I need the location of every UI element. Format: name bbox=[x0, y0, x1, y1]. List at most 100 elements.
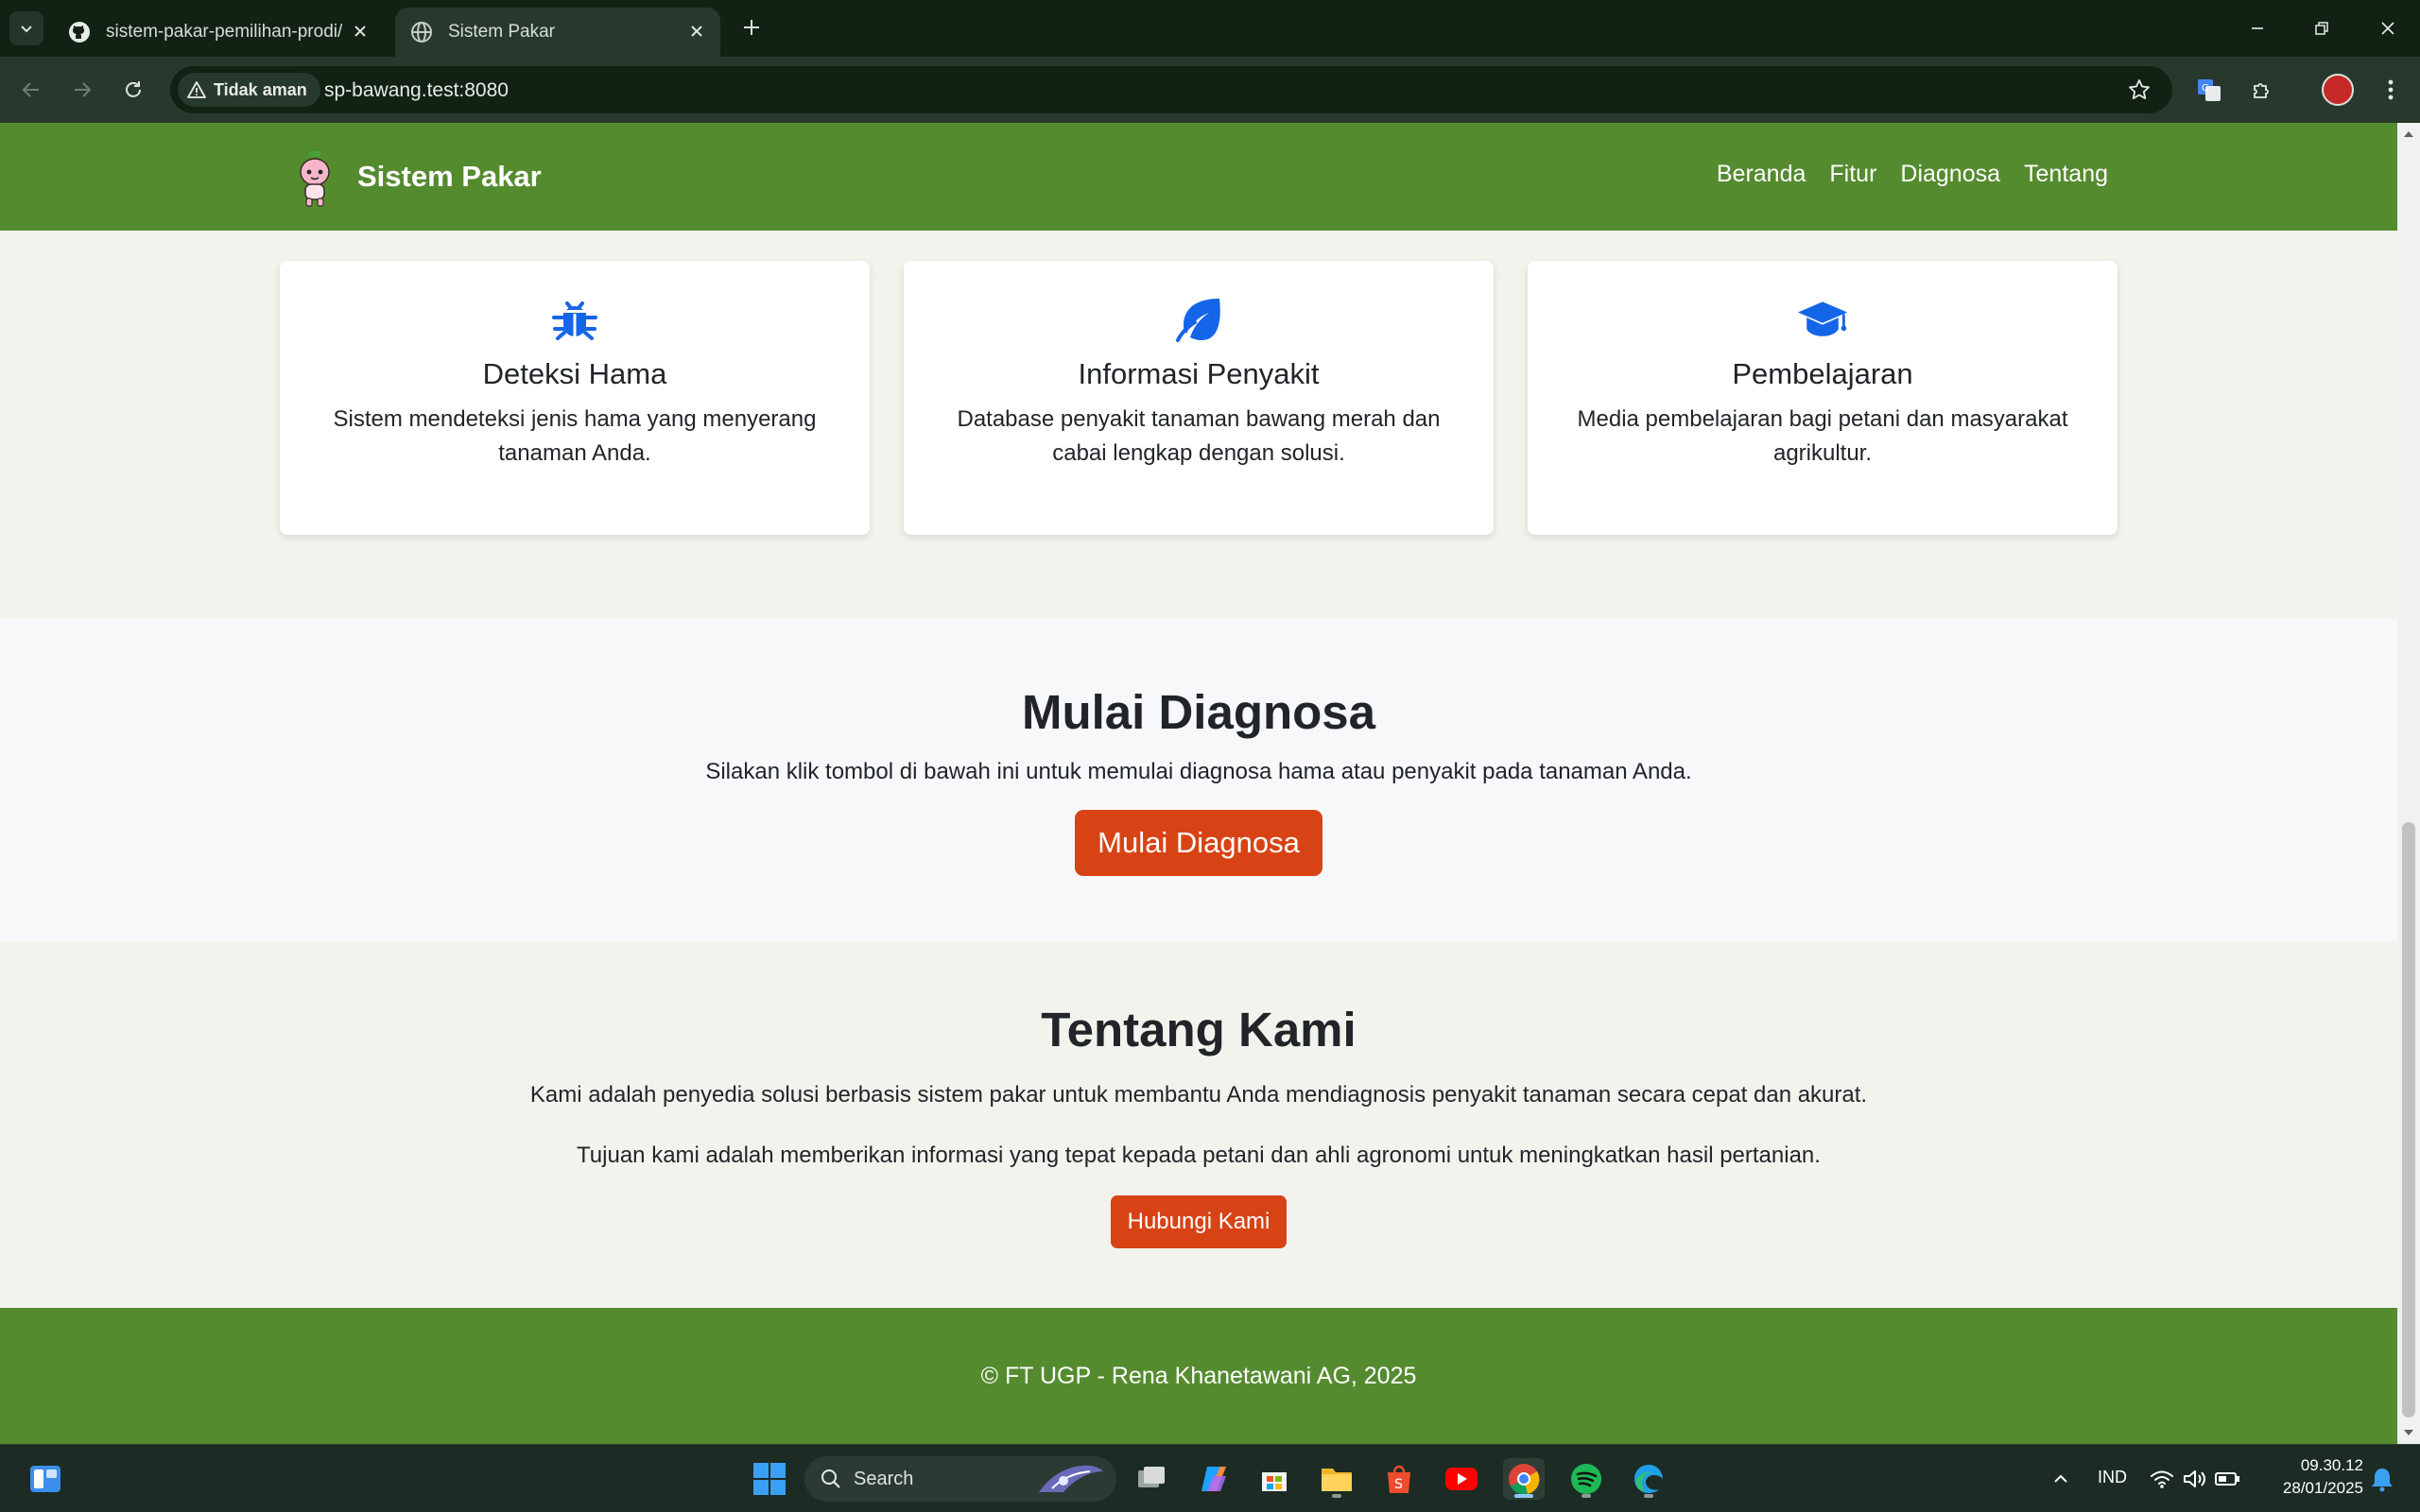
browser-tab-strip: sistem-pakar-pemilihan-prodi/ Sistem Pak… bbox=[0, 0, 2420, 57]
copilot-button[interactable] bbox=[1193, 1458, 1235, 1500]
shopping-bag-icon: S bbox=[1388, 1465, 1410, 1493]
show-hidden-icons-button[interactable] bbox=[2040, 1458, 2082, 1500]
back-button[interactable] bbox=[13, 72, 49, 108]
minimize-button[interactable] bbox=[2238, 9, 2276, 47]
profile-avatar[interactable] bbox=[2322, 74, 2354, 106]
nav-link-diagnosa[interactable]: Diagnosa bbox=[1900, 161, 2000, 188]
clock-time: 09.30.12 bbox=[2300, 1456, 2363, 1474]
wifi-icon bbox=[2151, 1470, 2173, 1488]
close-icon bbox=[2381, 22, 2394, 35]
diagnosis-section: Mulai Diagnosa Silakan klik tombol di ba… bbox=[0, 618, 2397, 941]
start-button[interactable] bbox=[749, 1458, 790, 1500]
page-scrollbar[interactable] bbox=[2397, 123, 2420, 1444]
search-highlight-icon bbox=[1039, 1465, 1103, 1492]
edge-button[interactable] bbox=[1628, 1458, 1669, 1500]
reload-icon bbox=[126, 81, 141, 97]
close-tab-button[interactable] bbox=[350, 21, 371, 42]
address-bar[interactable]: Tidak aman sp-bawang.test:8080 bbox=[170, 66, 2172, 113]
puzzle-icon bbox=[2254, 83, 2269, 98]
widgets-button[interactable] bbox=[25, 1458, 66, 1500]
running-indicator bbox=[1644, 1494, 1653, 1498]
spotify-button[interactable] bbox=[1565, 1458, 1607, 1500]
contact-us-button[interactable]: Hubungi Kami bbox=[1110, 1195, 1288, 1248]
youtube-button[interactable] bbox=[1441, 1458, 1482, 1500]
start-diagnosis-button[interactable]: Mulai Diagnosa bbox=[1075, 810, 1322, 876]
file-explorer-button[interactable] bbox=[1316, 1458, 1357, 1500]
close-icon bbox=[354, 26, 366, 37]
security-label: Tidak aman bbox=[214, 79, 307, 99]
volume-icon bbox=[2184, 1470, 2205, 1487]
security-indicator[interactable]: Tidak aman bbox=[178, 73, 320, 107]
microsoft-store-button[interactable] bbox=[1253, 1458, 1295, 1500]
arrow-right-icon bbox=[75, 82, 92, 97]
nav-link-beranda[interactable]: Beranda bbox=[1717, 161, 1806, 188]
clock-date: 28/01/2025 bbox=[2282, 1479, 2363, 1497]
new-tab-button[interactable] bbox=[737, 13, 766, 42]
feature-description: Sistem mendeteksi jenis hama yang menyer… bbox=[333, 406, 817, 466]
onion-mascot-logo bbox=[300, 147, 330, 207]
system-clock[interactable]: 09.30.12 28/01/2025 bbox=[2269, 1454, 2363, 1500]
brand-name: Sistem Pakar bbox=[357, 160, 542, 193]
about-title: Tentang Kami bbox=[1041, 1003, 1357, 1057]
leaf-icon bbox=[1172, 293, 1225, 346]
about-paragraph: Kami adalah penyedia solusi berbasis sis… bbox=[529, 1082, 1868, 1108]
plus-icon bbox=[744, 20, 759, 35]
running-indicator bbox=[1332, 1494, 1341, 1498]
graduation-cap-icon bbox=[1796, 293, 1849, 346]
shopee-button[interactable]: S bbox=[1378, 1458, 1420, 1500]
url-text[interactable]: sp-bawang.test:8080 bbox=[324, 79, 509, 102]
feature-title: Informasi Penyakit bbox=[1078, 357, 1320, 390]
chrome-button[interactable] bbox=[1503, 1458, 1545, 1500]
main-nav: Beranda Fitur Diagnosa Tentang bbox=[1693, 161, 2108, 188]
input-language[interactable]: IND bbox=[2098, 1468, 2127, 1487]
tab-title: sistem-pakar-pemilihan-prodi/ bbox=[106, 22, 342, 42]
quick-settings-button[interactable] bbox=[2146, 1458, 2244, 1500]
search-label: Search bbox=[854, 1468, 914, 1489]
browser-tab-github[interactable]: sistem-pakar-pemilihan-prodi/ bbox=[53, 8, 384, 57]
about-section: Tentang Kami Kami adalah penyedia solusi… bbox=[0, 941, 2397, 1308]
footer-copyright: © FT UGP - Rena Khanetawani AG, 2025 bbox=[980, 1363, 1417, 1389]
close-window-button[interactable] bbox=[2369, 9, 2407, 47]
edge-icon bbox=[1634, 1465, 1663, 1493]
widgets-icon bbox=[30, 1466, 60, 1492]
bookmark-button[interactable] bbox=[2121, 72, 2157, 108]
scrollbar-thumb[interactable] bbox=[2402, 822, 2415, 1418]
search-icon bbox=[821, 1469, 840, 1488]
nav-link-fitur[interactable]: Fitur bbox=[1829, 161, 1876, 188]
chevron-up-icon bbox=[2054, 1474, 2067, 1483]
active-indicator bbox=[1514, 1494, 1533, 1498]
github-icon bbox=[69, 22, 90, 43]
scroll-up-icon[interactable] bbox=[2403, 129, 2414, 140]
youtube-icon bbox=[1445, 1468, 1478, 1490]
feature-card-deteksi-hama: Deteksi Hama Sistem mendeteksi jenis ham… bbox=[280, 261, 870, 535]
spotify-icon bbox=[1571, 1464, 1601, 1494]
reload-button[interactable] bbox=[115, 72, 151, 108]
close-icon bbox=[691, 26, 702, 37]
restore-button[interactable] bbox=[2303, 9, 2341, 47]
browser-tab-sistem-pakar[interactable]: Sistem Pakar bbox=[395, 8, 720, 57]
copilot-icon bbox=[1201, 1467, 1226, 1491]
bug-icon bbox=[548, 293, 601, 346]
translate-extension-button[interactable]: G bbox=[2191, 72, 2227, 108]
nav-link-tentang[interactable]: Tentang bbox=[2024, 161, 2108, 188]
extensions-button[interactable] bbox=[2244, 72, 2280, 108]
scroll-down-icon[interactable] bbox=[2403, 1427, 2414, 1438]
diagnosis-title: Mulai Diagnosa bbox=[1021, 685, 1376, 739]
tab-search-button[interactable] bbox=[9, 11, 43, 45]
feature-card-informasi-penyakit: Informasi Penyakit Database penyakit tan… bbox=[904, 261, 1494, 535]
close-tab-button[interactable] bbox=[686, 21, 707, 42]
browser-menu-button[interactable] bbox=[2373, 72, 2409, 108]
task-view-button[interactable] bbox=[1131, 1458, 1172, 1500]
star-icon bbox=[2129, 79, 2150, 99]
task-view-icon bbox=[1138, 1467, 1165, 1487]
brand[interactable]: Sistem Pakar bbox=[289, 144, 542, 210]
restore-icon bbox=[2315, 22, 2328, 35]
forward-button[interactable] bbox=[64, 72, 100, 108]
arrow-left-icon bbox=[22, 82, 39, 97]
features-section: Deteksi Hama Sistem mendeteksi jenis ham… bbox=[280, 261, 2118, 535]
windows-taskbar: Search S IND 09.30.12 28/01/2025 bbox=[0, 1444, 2420, 1512]
notifications-button[interactable] bbox=[2361, 1458, 2403, 1500]
taskbar-search[interactable]: Search bbox=[804, 1456, 1116, 1502]
feature-title: Deteksi Hama bbox=[482, 357, 667, 390]
site-footer: © FT UGP - Rena Khanetawani AG, 2025 bbox=[0, 1308, 2397, 1444]
